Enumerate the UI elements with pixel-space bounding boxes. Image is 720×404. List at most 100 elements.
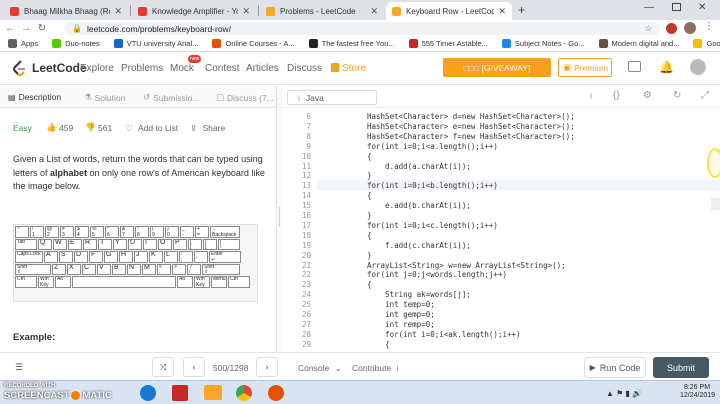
new-tab-button[interactable]: + <box>518 3 525 17</box>
flask-icon: ⚗ <box>84 92 92 102</box>
window-close-button[interactable]: ✕ <box>698 2 706 13</box>
bottom-bar: ☰ ⤨ ‹ 500/1298 › Console ⌄ Contribute i … <box>0 352 720 380</box>
star-icon[interactable]: ☆ <box>644 23 652 34</box>
like-icon[interactable]: 👍 <box>46 122 57 133</box>
chrome-icon[interactable] <box>236 385 252 401</box>
tab-label: Submissio... <box>153 92 200 103</box>
vlc-icon[interactable] <box>268 385 284 401</box>
nav-store[interactable]: Store <box>342 63 366 74</box>
tray-icons[interactable]: ▲ ⚑ ▮ 🔊 <box>606 389 642 398</box>
code-line: for(int j=0;j<words.length;j++) <box>367 270 507 280</box>
code-brackets-icon[interactable]: {} <box>613 90 620 101</box>
nav-problems[interactable]: Problems <box>121 63 163 74</box>
youtube-icon <box>138 6 147 16</box>
language-select[interactable]: i Java <box>287 90 377 105</box>
avatar[interactable] <box>684 22 696 34</box>
playground-icon[interactable] <box>628 61 641 72</box>
bookmark[interactable]: Google Drive <box>693 39 720 48</box>
forward-icon[interactable]: → <box>18 23 34 34</box>
settings-icon[interactable]: ⚙ <box>643 90 652 101</box>
scrollbar-thumb[interactable] <box>711 198 720 210</box>
keyboard-row-numbers: ~ `! 1 @2 #3 $4% 5 ^ 6 & 7 * 8(9) 0 _ - + = ← Backspace <box>15 226 256 238</box>
example-heading: Example: <box>13 332 56 343</box>
bookmark[interactable]: Modern digital and... <box>598 39 679 48</box>
close-icon[interactable]: ✕ <box>370 6 378 17</box>
code-line: { <box>367 230 372 240</box>
info-icon[interactable]: i <box>590 91 592 101</box>
bookmark-label: Subject Notes - Go... <box>514 39 585 48</box>
browser-tab-active[interactable]: Keyboard Row - LeetCode ✕ <box>386 2 512 20</box>
ie-icon[interactable] <box>140 385 156 401</box>
contribute-link[interactable]: Contribute i <box>352 363 398 373</box>
tab-description[interactable]: ▤ Description <box>8 92 61 102</box>
browser-tab[interactable]: Bhaag Milkha Bhaag (Rock Versi ✕ <box>4 2 128 20</box>
code-area[interactable]: HashSet<Character> d=new HashSet<Charact… <box>283 108 720 352</box>
code-line: { <box>367 151 372 161</box>
code-line: int gemp=0; <box>367 310 435 319</box>
browser-tab[interactable]: Knowledge Amplifier - YouTube ✕ <box>132 2 256 20</box>
reset-icon[interactable]: ↻ <box>673 90 681 101</box>
keyboard-row-top: Tab Q W E R T Y U I O P{[}] | \ <box>15 238 256 250</box>
clock[interactable]: 8:26 PM 12/24/2019 <box>680 384 715 399</box>
close-icon[interactable]: ✕ <box>498 6 506 17</box>
code-editor[interactable]: i Java i {} ⚙ ↻ ⤢ 6 7 8 9 10 11 12 13 14 15 16 17 18… <box>283 86 720 352</box>
nav-mock[interactable]: Mock <box>170 63 194 74</box>
bookmark[interactable]: The fastest free You... <box>308 39 395 48</box>
more-menu-icon[interactable]: ⋮ <box>704 21 714 32</box>
bookmark-apps[interactable]: Apps <box>8 39 38 48</box>
dislike-icon[interactable]: 👎 <box>85 122 96 133</box>
shuffle-button[interactable]: ⤨ <box>152 357 174 377</box>
browser-tab[interactable]: Problems - LeetCode ✕ <box>260 2 384 20</box>
nav-contest[interactable]: Contest <box>205 63 239 74</box>
leetcode-icon <box>392 6 401 16</box>
nav-explore[interactable]: Explore <box>80 63 114 74</box>
youtube-icon <box>10 6 19 16</box>
tab-separator <box>130 5 131 16</box>
tab-title: Bhaag Milkha Bhaag (Rock Versi <box>24 6 110 16</box>
close-icon[interactable]: ✕ <box>114 6 122 17</box>
problem-list-icon[interactable]: ☰ <box>10 358 28 376</box>
os-taskbar: RECORDED WITH SCREENCAST MATIC ▲ ⚑ ▮ 🔊 8… <box>0 380 720 404</box>
google-docs-icon <box>501 39 511 48</box>
bookmark[interactable]: VTU university Anal... <box>113 39 198 48</box>
brand-name[interactable]: LeetCode <box>32 61 87 75</box>
console-toggle[interactable]: Console ⌄ <box>298 363 342 374</box>
code-line: d.add(a.charAt(i)); <box>367 161 471 171</box>
share-icon: ⇪ <box>190 123 198 133</box>
premium-button[interactable]: ▣ Premium <box>558 58 612 77</box>
notification-bell-icon[interactable]: 🔔 <box>659 60 674 74</box>
keyboard-row-bottom: Shift ⇧ Z X C V B N M <, >.? / Shift ⇧ <box>15 263 256 275</box>
url-field[interactable]: 🔒 leetcode.com/problems/keyboard-row/ ☆ <box>64 22 660 35</box>
bookmark[interactable]: Subject Notes - Go... <box>501 39 585 48</box>
tab-solution[interactable]: ⚗ Solution <box>84 92 125 103</box>
bookmark[interactable]: Online Courses - A... <box>212 39 295 48</box>
folder-icon[interactable] <box>204 385 222 400</box>
submit-button[interactable]: Submit <box>653 357 709 378</box>
reload-icon[interactable]: ↻ <box>34 23 50 34</box>
nav-articles[interactable]: Articles <box>246 63 279 74</box>
close-icon[interactable]: ✕ <box>242 6 250 17</box>
nav-discuss[interactable]: Discuss <box>287 63 322 74</box>
maximize-button[interactable] <box>672 3 681 11</box>
tab-submissions[interactable]: ↺ Submissio... <box>143 92 199 103</box>
add-to-list-button[interactable]: ♡ Add to List <box>125 123 178 134</box>
acrobat-icon[interactable] <box>172 385 188 401</box>
next-button[interactable]: › <box>256 357 278 377</box>
bookmark[interactable]: Duo-notes <box>52 39 100 48</box>
tab-separator <box>258 5 259 16</box>
tab-discuss[interactable]: ▢ Discuss (7... <box>216 92 274 103</box>
user-avatar[interactable] <box>690 59 706 75</box>
prev-button[interactable]: ‹ <box>183 357 205 377</box>
bookmark[interactable]: 555 Timer Astable... <box>408 39 488 48</box>
run-code-button[interactable]: ▶ Run Code <box>584 357 646 378</box>
extension-icon[interactable] <box>666 23 677 34</box>
leetcode-logo-icon[interactable] <box>12 60 28 77</box>
back-icon[interactable]: ← <box>2 23 18 34</box>
run-code-label: Run Code <box>599 362 641 373</box>
store-icon <box>331 63 339 72</box>
keyboard-row-home: Caps Lock A S D F G H J K L:; " ' Enter ↵ <box>15 251 256 263</box>
giveaway-button[interactable]: □□□ [GIVEAWAY] <box>443 58 551 77</box>
fullscreen-icon[interactable]: ⤢ <box>701 90 709 101</box>
share-button[interactable]: ⇪ Share <box>190 123 225 134</box>
minimize-button[interactable]: — <box>644 2 654 13</box>
